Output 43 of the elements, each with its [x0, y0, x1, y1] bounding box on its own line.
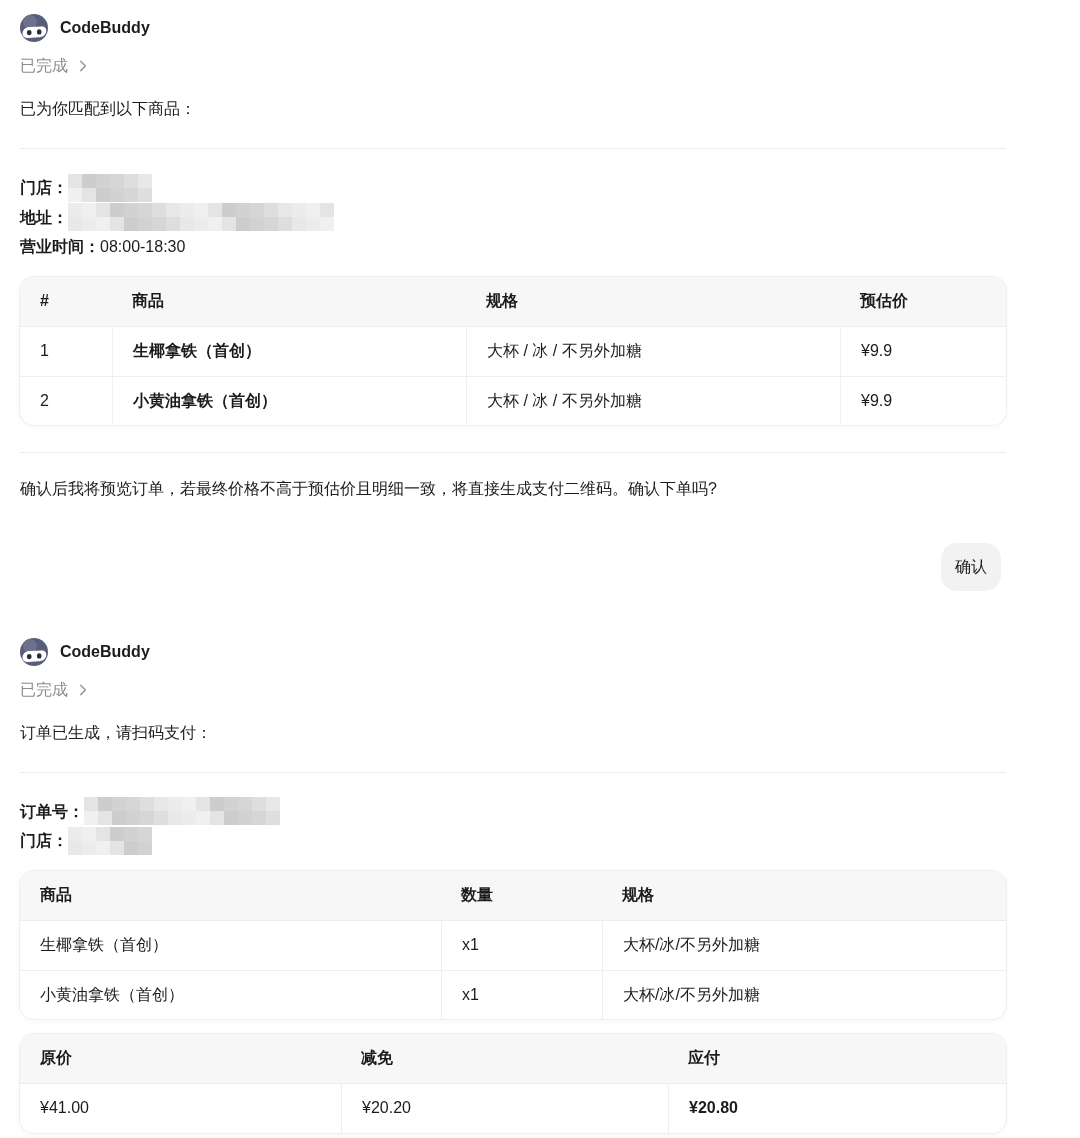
field-label: 地址：	[20, 207, 68, 228]
table-cell-text: 生椰拿铁（首创）	[39, 935, 169, 955]
field-value: 08:00-18:30	[100, 237, 186, 257]
status-toggle[interactable]: 已完成	[20, 677, 87, 702]
table-cell: x1	[441, 969, 602, 1019]
field-label: 订单号：	[20, 801, 84, 822]
user-message-bubble: 确认	[941, 542, 1001, 591]
status-toggle[interactable]: 已完成	[20, 54, 87, 78]
table-header-cell: 应付	[668, 1033, 1006, 1084]
table-cell-text: 1	[39, 341, 50, 361]
sender-name: CodeBuddy	[60, 18, 150, 38]
message-text: 已为你匹配到以下商品：	[20, 99, 197, 119]
table-header-cell: 商品	[20, 870, 441, 921]
table-cell-text: ¥41.00	[39, 1098, 90, 1118]
sender-name: CodeBuddy	[60, 641, 150, 662]
message-text: 确认后我将预览订单，若最终价格不高于预估价且明细一致，将直接生成支付二维码。确认下单吗?	[20, 478, 718, 499]
table-cell: 大杯 / 冰 / 不另外加糖	[466, 326, 840, 376]
message-text: 订单已生成，请扫码支付：	[20, 722, 213, 743]
table-cell: ¥20.80	[668, 1083, 1006, 1133]
table-header-cell: 规格	[602, 870, 1006, 921]
table-cell: 大杯/冰/不另外加糖	[602, 920, 1006, 970]
table-cell: 大杯 / 冰 / 不另外加糖	[466, 375, 840, 425]
field-label: 门店：	[20, 831, 68, 851]
table-cell: ¥20.20	[341, 1083, 668, 1133]
table-cell: 大杯/冰/不另外加糖	[602, 969, 1006, 1019]
table-header-cell: 商品	[112, 276, 466, 327]
table-cell: 2	[20, 375, 112, 425]
table-cell: ¥9.9	[840, 326, 1006, 376]
table-header-cell: #	[20, 276, 112, 327]
table-cell: 小黄油拿铁（首创）	[112, 375, 466, 425]
table-cell: ¥9.9	[840, 375, 1006, 425]
table-header-cell: 数量	[441, 870, 602, 921]
table-header-cell: 减免	[341, 1033, 668, 1084]
avatar-icon	[20, 637, 48, 666]
table-cell: x1	[441, 920, 602, 970]
table-cell: 小黄油拿铁（首创）	[20, 969, 441, 1019]
field-label: 营业时间：	[20, 237, 100, 257]
table-cell: 生椰拿铁（首创）	[112, 326, 466, 376]
avatar-icon	[20, 14, 48, 42]
field-label: 门店：	[20, 178, 68, 198]
table-header-cell: 原价	[20, 1033, 341, 1084]
table-header-cell: 预估价	[840, 276, 1006, 327]
table-header-cell: 规格	[466, 276, 840, 327]
